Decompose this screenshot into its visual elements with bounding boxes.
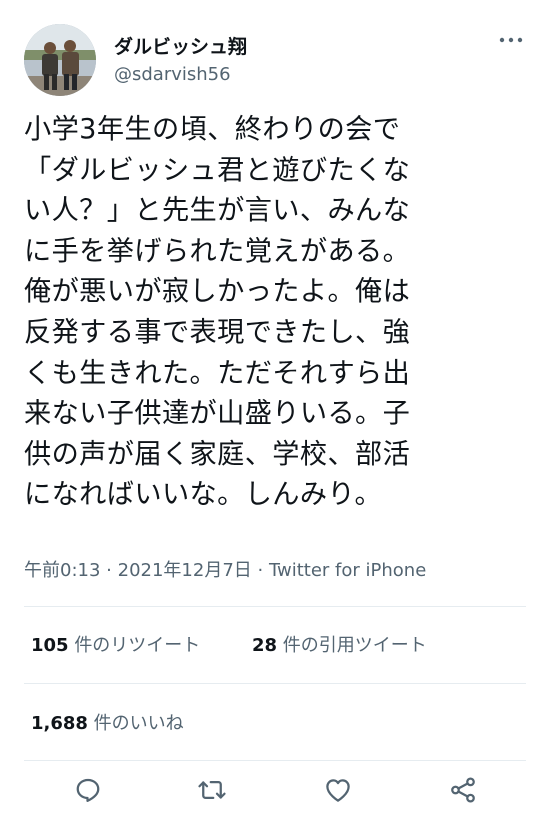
meta-separator: · (257, 560, 264, 581)
quotes-count: 28 (252, 635, 278, 656)
reply-icon (76, 778, 100, 802)
meta-separator: · (106, 560, 112, 581)
quotes-label: 件の引用ツイート (282, 635, 427, 656)
quotes-stat[interactable]: 28 件の引用ツイート (252, 631, 427, 657)
tweet-time[interactable]: 午前0:13 (24, 560, 100, 581)
tweet-header: ダルビッシュ翔 @sdarvish56 (24, 24, 526, 98)
retweet-stats-row: 105 件のリツイート 28 件の引用ツイート (24, 631, 526, 671)
divider (24, 606, 526, 607)
avatar[interactable] (24, 24, 96, 96)
tweet-detail: ダルビッシュ翔 @sdarvish56 小学3年生の頃、終わりの会で 「ダルビッ… (0, 0, 550, 835)
likes-stats-row: 1,688 件のいいね (24, 709, 526, 749)
share-button[interactable] (443, 770, 483, 810)
retweets-label: 件のリツイート (74, 635, 201, 656)
tweet-text: 小学3年生の頃、終わりの会で 「ダルビッシュ君と遊びたくな い人？」と先生が言い… (24, 114, 411, 511)
tweet-meta: 午前0:13 · 2021年12月7日 · Twitter for iPhone (24, 556, 426, 582)
likes-stat[interactable]: 1,688 件のいいね (31, 709, 184, 735)
likes-label: 件のいいね (93, 713, 184, 734)
share-icon (451, 777, 475, 803)
user-handle[interactable]: @sdarvish56 (114, 64, 231, 85)
retweets-count: 105 (31, 635, 69, 656)
divider (24, 683, 526, 684)
more-icon[interactable] (498, 30, 524, 50)
divider (24, 760, 526, 761)
tweet-source[interactable]: Twitter for iPhone (269, 560, 426, 581)
like-button[interactable] (318, 770, 358, 810)
retweet-icon (198, 781, 226, 799)
retweets-stat[interactable]: 105 件のリツイート (31, 631, 200, 657)
tweet-date[interactable]: 2021年12月7日 (118, 560, 252, 581)
avatar-image (24, 24, 96, 96)
reply-button[interactable] (68, 770, 108, 810)
likes-count: 1,688 (31, 713, 88, 734)
tweet-actions (0, 770, 550, 818)
heart-icon (326, 779, 350, 802)
display-name[interactable]: ダルビッシュ翔 (114, 32, 247, 59)
retweet-button[interactable] (192, 770, 232, 810)
